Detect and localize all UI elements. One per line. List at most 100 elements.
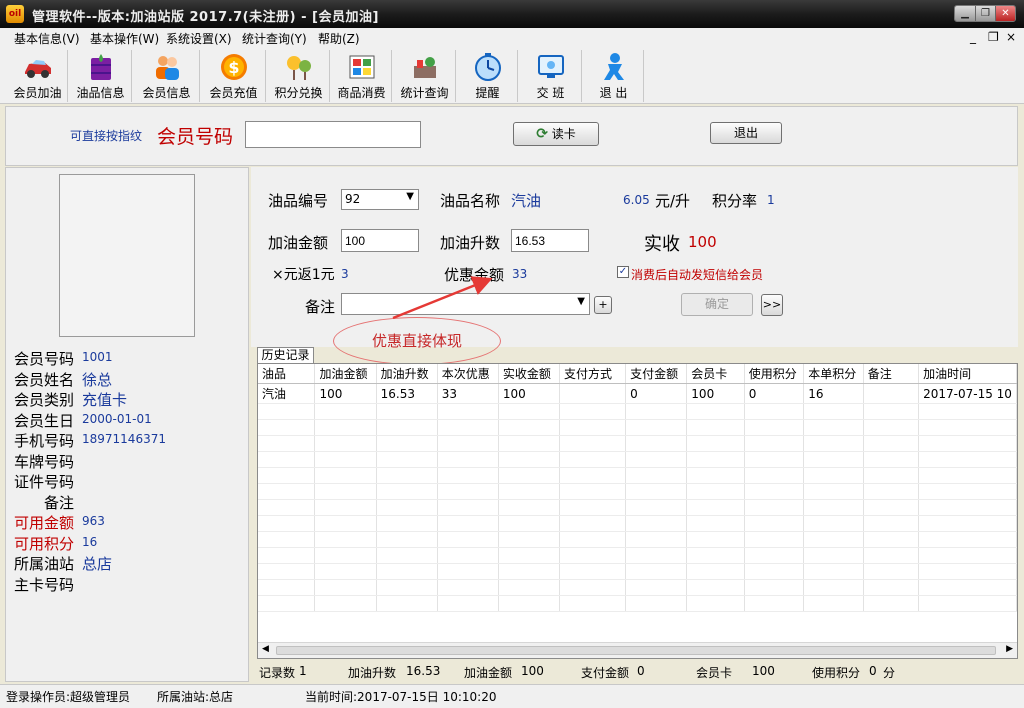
summary-liters-label: 加油升数 [348,666,397,680]
toolbar-label: 会员充值 [209,86,258,100]
table-row[interactable] [258,451,1017,468]
table-row[interactable] [258,531,1017,548]
toolbar-reminder-button[interactable]: 提醒 [458,50,518,102]
table-row[interactable] [258,595,1017,612]
annotation-arrow-to-discount [392,276,493,320]
sms-checkbox[interactable]: ✓ [617,266,629,278]
mdi-restore-button[interactable]: ❐ [988,30,999,44]
column-header[interactable]: 油品 [258,364,316,384]
table-cell [314,531,377,548]
amount-input[interactable] [341,229,419,252]
table-cell [625,515,688,532]
read-card-button[interactable]: ⟳ 读卡 [513,122,599,146]
add-note-button[interactable]: + [594,296,612,314]
table-row[interactable] [258,419,1017,436]
column-header[interactable]: 使用积分 [744,364,805,384]
table-cell [258,435,316,452]
toolbar-exit-button[interactable]: 退 出 [584,50,644,102]
table-cell [376,467,438,484]
mdi-minimize-button[interactable]: _ [970,30,976,44]
table-row[interactable] [258,467,1017,484]
table-cell [744,499,805,516]
summary-card-label: 会员卡 [696,666,733,680]
toolbar-oil-info-button[interactable]: 油品信息 [70,50,132,102]
table-cell [625,563,688,580]
stats-icon [413,57,436,78]
discount-value: 33 [512,267,528,281]
table-cell [314,563,377,580]
table-row[interactable] [258,403,1017,420]
tab-history[interactable]: 历史记录 [257,347,314,363]
toolbar-goods-button[interactable]: 商品消费 [332,50,392,102]
table-cell [314,547,377,564]
gift-icon [286,56,311,80]
table-cell [918,579,1017,596]
column-header[interactable]: 支付金额 [625,364,688,384]
note-label: 备注 [305,298,336,316]
svg-text:$: $ [228,58,239,77]
table-cell: 0 [625,383,688,404]
table-row[interactable] [258,579,1017,596]
toolbar-label: 退 出 [599,86,628,100]
oil-code-label: 油品编号 [268,192,329,210]
member-field-label: 会员生日 [14,412,75,430]
minimize-button[interactable]: ▁ [955,6,975,21]
table-cell [803,547,864,564]
table-row[interactable] [258,563,1017,580]
column-header[interactable]: 会员卡 [686,364,745,384]
column-header[interactable]: 加油升数 [376,364,438,384]
table-cell [314,419,377,436]
toolbar-shift-button[interactable]: 交 班 [520,50,582,102]
price-value: 6.05 [623,193,650,207]
toolbar-points-exchange-button[interactable]: 积分兑换 [268,50,330,102]
column-header[interactable]: 本单积分 [803,364,864,384]
mdi-close-button[interactable]: × [1006,30,1016,44]
table-header: 油品 加油金额 加油升数 本次优惠 实收金额 支付方式 支付金额 会员卡 使用积分 本单积分 备注加… [258,364,1017,384]
grid-icon [349,55,374,79]
table-cell [258,547,316,564]
oil-code-select[interactable]: 92 ▼ [341,189,419,210]
toolbar-member-info-button[interactable]: 会员信息 [134,50,200,102]
close-button[interactable]: ✕ [995,6,1015,21]
table-cell: 100 [686,383,745,404]
column-header[interactable]: 加油金额 [314,364,377,384]
column-header[interactable]: 备注 [863,364,920,384]
table-row[interactable]: 汽油 100 16.53 33 100 0 100 0 16 2017-07-15 10 [258,383,1017,404]
menu-settings[interactable]: 系统设置(X) [166,30,232,47]
menu-help[interactable]: 帮助(Z) [318,30,360,47]
column-header[interactable]: 加油时间 [918,364,1017,384]
table-cell [559,419,627,436]
toolbar-label: 商品消费 [337,86,386,100]
actual-label: 实收 [644,234,680,255]
exit-button[interactable]: 退出 [710,122,782,144]
member-field-value: 总店 [82,555,113,573]
column-header[interactable]: 支付方式 [559,364,627,384]
toolbar-recharge-button[interactable]: $ 会员充值 [202,50,266,102]
table-row[interactable] [258,483,1017,500]
member-no-input[interactable] [245,121,421,148]
scroll-right-icon[interactable]: ▶ [1006,644,1013,654]
table-cell [918,435,1017,452]
maximize-button[interactable]: ❐ [975,6,995,21]
horizontal-scrollbar[interactable]: ◀ ▶ [258,642,1017,658]
window-controls: ▁ ❐ ✕ [954,5,1016,22]
confirm-button[interactable]: 确定 [681,293,753,316]
menu-basic-info[interactable]: 基本信息(V) [14,30,80,47]
menu-basic-ops[interactable]: 基本操作(W) [90,30,159,47]
table-row[interactable] [258,547,1017,564]
table-row[interactable] [258,499,1017,516]
toolbar-statistics-button[interactable]: 统计查询 [394,50,456,102]
table-cell [258,483,316,500]
table-row[interactable] [258,515,1017,532]
table-row[interactable] [258,435,1017,452]
scroll-thumb[interactable] [276,646,996,655]
scroll-left-icon[interactable]: ◀ [262,644,269,654]
table-cell [686,435,745,452]
menu-stats[interactable]: 统计查询(Y) [242,30,307,47]
more-button[interactable]: >> [761,294,783,316]
column-header[interactable]: 本次优惠 [437,364,499,384]
toolbar-member-refuel-button[interactable]: 会员加油 [8,50,68,102]
table-cell [744,515,805,532]
column-header[interactable]: 实收金额 [498,364,561,384]
liters-input[interactable] [511,229,589,252]
